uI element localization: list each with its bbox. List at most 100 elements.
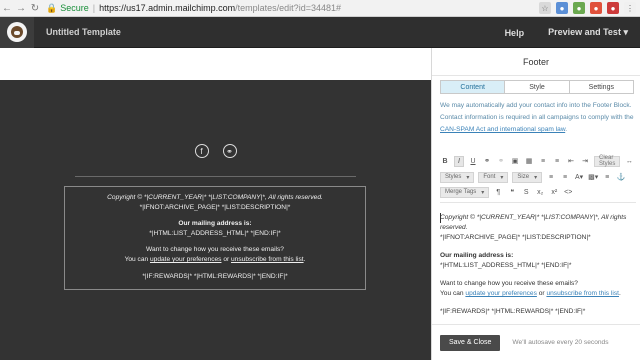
footer-text-box[interactable]: Copyright © *|CURRENT_YEAR|* *|LIST:COMP… — [64, 186, 366, 290]
extension-green-icon[interactable]: ● — [573, 2, 585, 14]
editor-unsubscribe-link[interactable]: unsubscribe from this list — [546, 290, 619, 297]
editor-update-link[interactable]: update your preferences — [465, 290, 536, 297]
facebook-icon[interactable]: f — [194, 144, 209, 158]
panel-title: Footer — [432, 48, 640, 76]
text-cursor — [440, 213, 441, 223]
table-icon[interactable]: ▦ — [524, 156, 534, 167]
numbered-list-icon[interactable]: ≡ — [552, 156, 562, 167]
content-area[interactable] — [0, 48, 431, 80]
bulleted-list-icon[interactable]: ≡ — [538, 156, 548, 167]
editor-toolbar-row-3: Merge Tags ▾ ¶ ❝ S x₂ x² <> — [440, 186, 638, 198]
footer-settings-panel: Footer Content Style Settings We may aut… — [431, 48, 640, 360]
app-header: Untitled Template Help Preview and Test … — [0, 16, 640, 48]
background-color-icon[interactable]: ▩▾ — [588, 172, 598, 183]
strikethrough-icon[interactable]: S — [521, 187, 531, 198]
template-title[interactable]: Untitled Template — [46, 27, 121, 37]
size-label: Size — [517, 174, 530, 180]
forward-icon[interactable]: → — [14, 1, 28, 15]
underline-icon[interactable]: U — [468, 156, 478, 167]
star-icon[interactable]: ☆ — [539, 2, 551, 14]
indent-icon[interactable]: ⇥ — [580, 156, 590, 167]
editor-or: or — [536, 290, 547, 297]
styles-dropdown[interactable]: Styles ▾ — [440, 171, 475, 183]
url-path: /templates/edit?id=34481# — [235, 3, 341, 13]
back-icon[interactable]: ← — [0, 1, 14, 15]
extension-blue-icon[interactable]: ● — [556, 2, 568, 14]
align-right-icon[interactable]: ≡ — [560, 172, 570, 183]
help-link[interactable]: Help — [505, 28, 525, 38]
code-icon[interactable]: <> — [563, 187, 573, 198]
footer-preferences-line: You can update your preferences or unsub… — [65, 255, 365, 265]
info-end: . — [565, 126, 568, 133]
anchor-icon[interactable]: ⚓ — [616, 172, 626, 183]
chevron-down-icon: ▾ — [466, 174, 470, 181]
footer-change-question: Want to change how you receive these ema… — [146, 246, 284, 254]
chevron-down-icon: ▾ — [500, 174, 504, 181]
source-icon[interactable]: ↔ — [624, 156, 634, 167]
italic-icon[interactable]: I — [454, 155, 464, 167]
tab-settings[interactable]: Settings — [570, 81, 633, 93]
editor-rewards: *|IF:REWARDS|* *|HTML:REWARDS|* *|END:IF… — [440, 308, 586, 315]
image-icon[interactable]: ▣ — [510, 156, 520, 167]
secure-label: Secure — [60, 3, 89, 13]
footer-block[interactable]: f ⚭ Copyright © *|CURRENT_YEAR|* *|LIST:… — [0, 80, 431, 360]
size-dropdown[interactable]: Size ▾ — [512, 171, 543, 183]
social-icons: f ⚭ — [0, 144, 431, 158]
clear-styles-button[interactable]: Clear Styles — [594, 155, 621, 167]
autosave-note: We'll autosave every 20 seconds — [512, 339, 609, 346]
footer-archive: *|IFNOT:ARCHIVE_PAGE|* *|LIST:DESCRIPTIO… — [139, 203, 291, 211]
menu-icon[interactable]: ⋮ — [624, 2, 636, 14]
info-body: We may automatically add your contact in… — [440, 102, 634, 121]
merge-tags-label: Merge Tags — [445, 189, 477, 195]
editor-preferences-line: You can update your preferences or unsub… — [440, 289, 636, 299]
outdent-icon[interactable]: ⇤ — [566, 156, 576, 167]
editor-period: . — [619, 290, 621, 297]
footer-mailing-heading: Our mailing address is: — [178, 220, 252, 228]
editor-archive: *|IFNOT:ARCHIVE_PAGE|* *|LIST:DESCRIPTIO… — [440, 234, 591, 241]
browser-address-bar: ← → ↻ 🔒 Secure | https://us17.admin.mail… — [0, 0, 640, 17]
text-color-icon[interactable]: A▾ — [574, 172, 584, 183]
footer-update-link[interactable]: update your preferences — [150, 256, 221, 263]
bold-icon[interactable]: B — [440, 156, 450, 167]
rich-text-editor[interactable]: Copyright © *|CURRENT_YEAR|* *|LIST:COMP… — [440, 202, 636, 322]
editor-copyright: Copyright © *|CURRENT_YEAR|* *|LIST:COMP… — [440, 214, 627, 231]
merge-tags-dropdown[interactable]: Merge Tags ▾ — [440, 186, 490, 198]
mailchimp-logo — [7, 22, 27, 42]
align-left-icon[interactable]: ≡ — [546, 172, 556, 183]
template-canvas: f ⚭ Copyright © *|CURRENT_YEAR|* *|LIST:… — [0, 48, 431, 360]
superscript-icon[interactable]: x² — [549, 187, 559, 198]
font-label: Font — [483, 174, 496, 180]
footer-copyright: Copyright © *|CURRENT_YEAR|* *|LIST:COMP… — [107, 194, 323, 201]
blockquote-icon[interactable]: ❝ — [507, 187, 517, 198]
panel-tabs: Content Style Settings — [440, 80, 634, 94]
editor-toolbar-row-1: B I U ⚭ ⚭ ▣ ▦ ≡ ≡ ⇤ ⇥ Clear Styles ↔ ▣ — [440, 155, 638, 167]
paragraph-icon[interactable]: ¶ — [493, 187, 503, 198]
link-icon[interactable]: ⚭ — [482, 156, 492, 167]
url-field[interactable]: https://us17.admin.mailchimp.com/templat… — [99, 3, 341, 13]
tab-style[interactable]: Style — [505, 81, 570, 93]
footer-unsubscribe-link[interactable]: unsubscribe from this list — [231, 256, 304, 263]
can-spam-link[interactable]: CAN-SPAM Act and international spam law — [440, 126, 565, 133]
editor-you-can: You can — [440, 290, 466, 297]
footer-rewards: *|IF:REWARDS|* *|HTML:REWARDS|* *|END:IF… — [142, 272, 288, 280]
unlink-icon[interactable]: ⚭ — [496, 156, 506, 167]
reload-icon[interactable]: ↻ — [28, 1, 42, 15]
save-and-close-button[interactable]: Save & Close — [440, 334, 501, 351]
tab-content[interactable]: Content — [441, 81, 506, 93]
styles-label: Styles — [445, 174, 462, 180]
editor-toolbar-row-2: Styles ▾ Font ▾ Size ▾ ≡ ≡ A▾ ▩▾ ≡ ⚓ — [440, 171, 638, 183]
link-icon[interactable]: ⚭ — [222, 144, 237, 158]
logo-container[interactable] — [0, 16, 34, 48]
extension-red-icon[interactable]: ● — [590, 2, 602, 14]
header-actions: Help Preview and Test ▾ — [505, 17, 640, 48]
preview-and-test-menu[interactable]: Preview and Test ▾ — [548, 27, 628, 38]
subscript-icon[interactable]: x₂ — [535, 187, 545, 198]
footer-divider — [75, 176, 356, 177]
justify-icon[interactable]: ≡ — [602, 172, 612, 183]
extension-record-icon[interactable]: ● — [607, 2, 619, 14]
info-text: We may automatically add your contact in… — [440, 100, 636, 136]
url-separator: | — [92, 3, 96, 13]
footer-you-can: You can — [124, 255, 150, 263]
font-dropdown[interactable]: Font ▾ — [478, 171, 509, 183]
chevron-down-icon: ▾ — [481, 189, 485, 196]
